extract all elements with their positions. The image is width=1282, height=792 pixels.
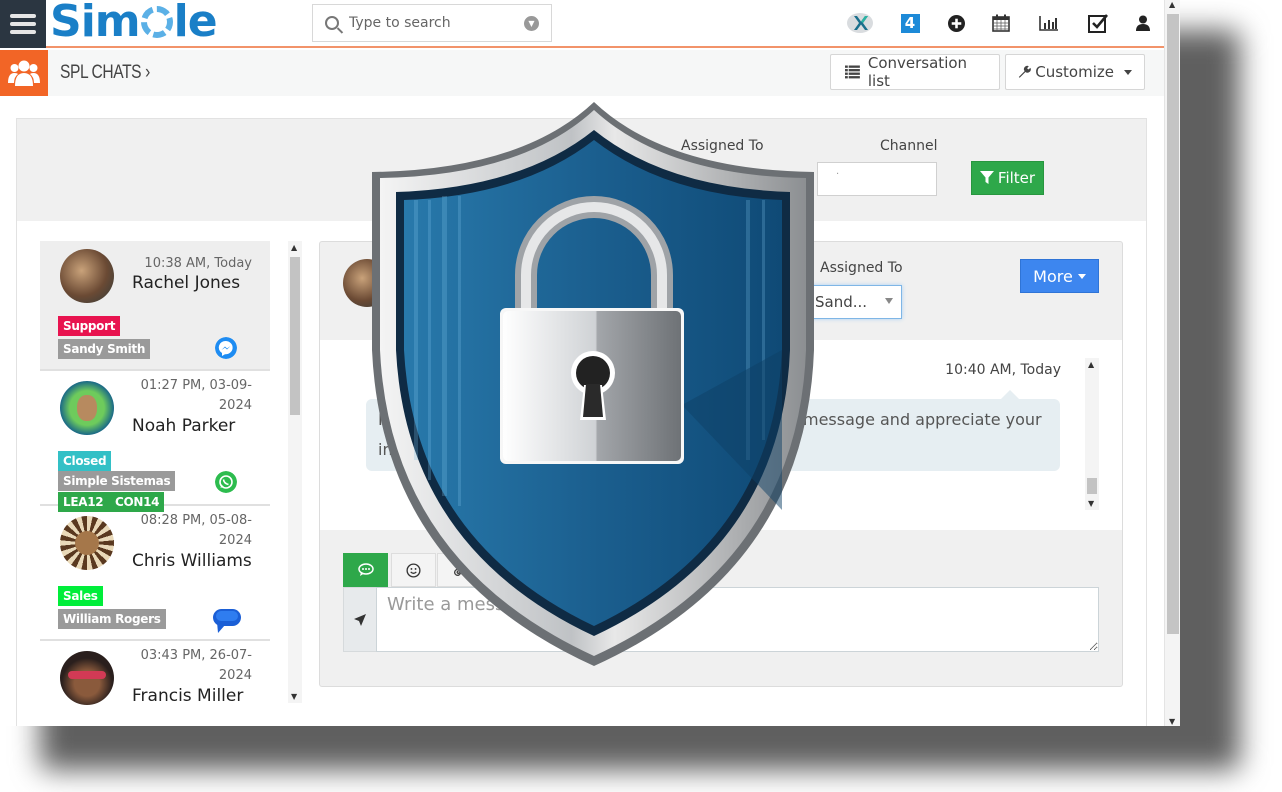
filter-button[interactable]: Filter [971,161,1044,195]
menu-bar [10,22,36,26]
contact-time: 03:43 PM, 26-07- 2024 [140,648,252,683]
menu-bar [10,30,36,34]
scrollbar-thumb[interactable] [1167,14,1179,634]
contact-name: Noah Parker [132,416,236,436]
message-text-end: message and appreciate your [803,410,1042,429]
message-scrollbar[interactable]: ▲ ▼ [1085,358,1099,510]
contact-name: Chris Williams [132,551,252,571]
contact-item[interactable]: 01:27 PM, 03-09- 2024 Noah Parker Closed … [40,371,270,512]
conversation-list-label: Conversation list [867,54,968,90]
chevron-down-icon[interactable]: ▼ [524,16,539,31]
tag-status: Closed [58,451,112,471]
checkbox-icon[interactable] [1087,10,1109,36]
more-button-label: More [1033,266,1073,286]
search-input[interactable] [349,15,519,31]
search-icon [325,16,339,30]
scroll-up-icon[interactable]: ▲ [1169,0,1175,9]
conversation-list-button[interactable]: Conversation list [830,54,1000,90]
wrench-icon [1018,65,1031,78]
filter-icon [979,171,994,184]
customize-button[interactable]: Customize [1005,54,1145,90]
contact-name: Francis Miller [132,686,244,706]
assigned-to-label: Assigned To [820,260,903,276]
tag-support: Support [58,316,121,336]
app-window: Simle ▼ 4 [0,0,1180,726]
avatar [60,249,114,303]
scroll-up-icon[interactable]: ▲ [291,243,297,252]
logo-p-icon [140,6,173,38]
tag-agent: Simple Sistemas [58,471,176,491]
contact-item[interactable]: 08:28 PM, 05-08- 2024 Chris Williams Sale… [40,506,270,641]
list-icon [845,65,860,79]
user-icon[interactable] [1134,10,1152,36]
avatar [60,381,114,435]
badge-number: 4 [900,13,920,33]
logo-text-end: le [173,0,218,47]
bar-chart-icon[interactable] [1038,10,1060,36]
contact-name: Rachel Jones [132,273,241,293]
menu-bar [10,14,36,18]
global-search: ▼ [312,4,552,42]
contact-item[interactable]: 03:43 PM, 26-07- 2024 Francis Miller [40,641,270,706]
tag-agent: William Rogers [58,609,166,629]
customize-label: Customize [1035,63,1114,81]
tag-sales: Sales [58,586,103,606]
scrollbar-thumb[interactable] [290,257,300,415]
plus-circle-icon[interactable] [946,10,966,36]
scroll-up-icon[interactable]: ▲ [1088,360,1094,369]
caret-down-icon [885,298,893,304]
calendar-icon[interactable] [990,10,1012,36]
hamburger-menu-button[interactable] [0,0,46,48]
logo-text-start: Sim [50,0,141,47]
caret-down-icon [1124,69,1132,75]
scroll-down-icon[interactable]: ▼ [1169,717,1175,726]
google-messages-icon [213,609,241,633]
page-scrollbar[interactable]: ▲ ▼ [1164,0,1180,726]
scroll-down-icon[interactable]: ▼ [291,692,297,701]
channel-select[interactable]: · [817,162,937,196]
message-timestamp: 10:40 AM, Today [945,362,1061,378]
sub-header: SPL CHATS › Conversation list Customize [0,50,1164,96]
tag-agent: Sandy Smith [58,339,151,359]
app-logo[interactable]: Sim le [50,0,218,47]
avatar [60,651,114,705]
channel-select-value: · [836,169,840,180]
filter-button-label: Filter [997,169,1036,187]
caret-down-icon [1077,273,1086,279]
breadcrumb[interactable]: SPL CHATS › [60,62,150,84]
send-icon [354,613,366,626]
more-button[interactable]: More [1020,259,1099,293]
whatsapp-icon [215,471,237,493]
team-icon [0,50,48,96]
top-bar: Simle ▼ 4 [0,0,1164,48]
badge-four-icon[interactable]: 4 [900,10,920,36]
channel-filter-label: Channel [880,138,938,154]
contact-time: 01:27 PM, 03-09- 2024 [140,378,252,413]
messenger-icon [215,337,237,359]
avatar [60,516,114,570]
breadcrumb-label: SPL CHATS [60,62,142,83]
contact-time: 10:38 AM, Today [144,256,252,271]
contact-list: 10:38 AM, Today Rachel Jones Support San… [40,241,270,706]
contact-item[interactable]: 10:38 AM, Today Rachel Jones Support San… [40,241,270,371]
contact-list-scrollbar[interactable]: ▲ ▼ [288,241,302,703]
x-app-icon[interactable] [846,10,874,36]
chevron-right-icon: › [145,62,150,83]
scrollbar-thumb[interactable] [1087,478,1097,494]
scroll-down-icon[interactable]: ▼ [1088,499,1094,508]
security-shield-icon [372,102,814,666]
assigned-to-value: Sand... [815,293,868,311]
contact-time: 08:28 PM, 05-08- 2024 [140,513,252,548]
